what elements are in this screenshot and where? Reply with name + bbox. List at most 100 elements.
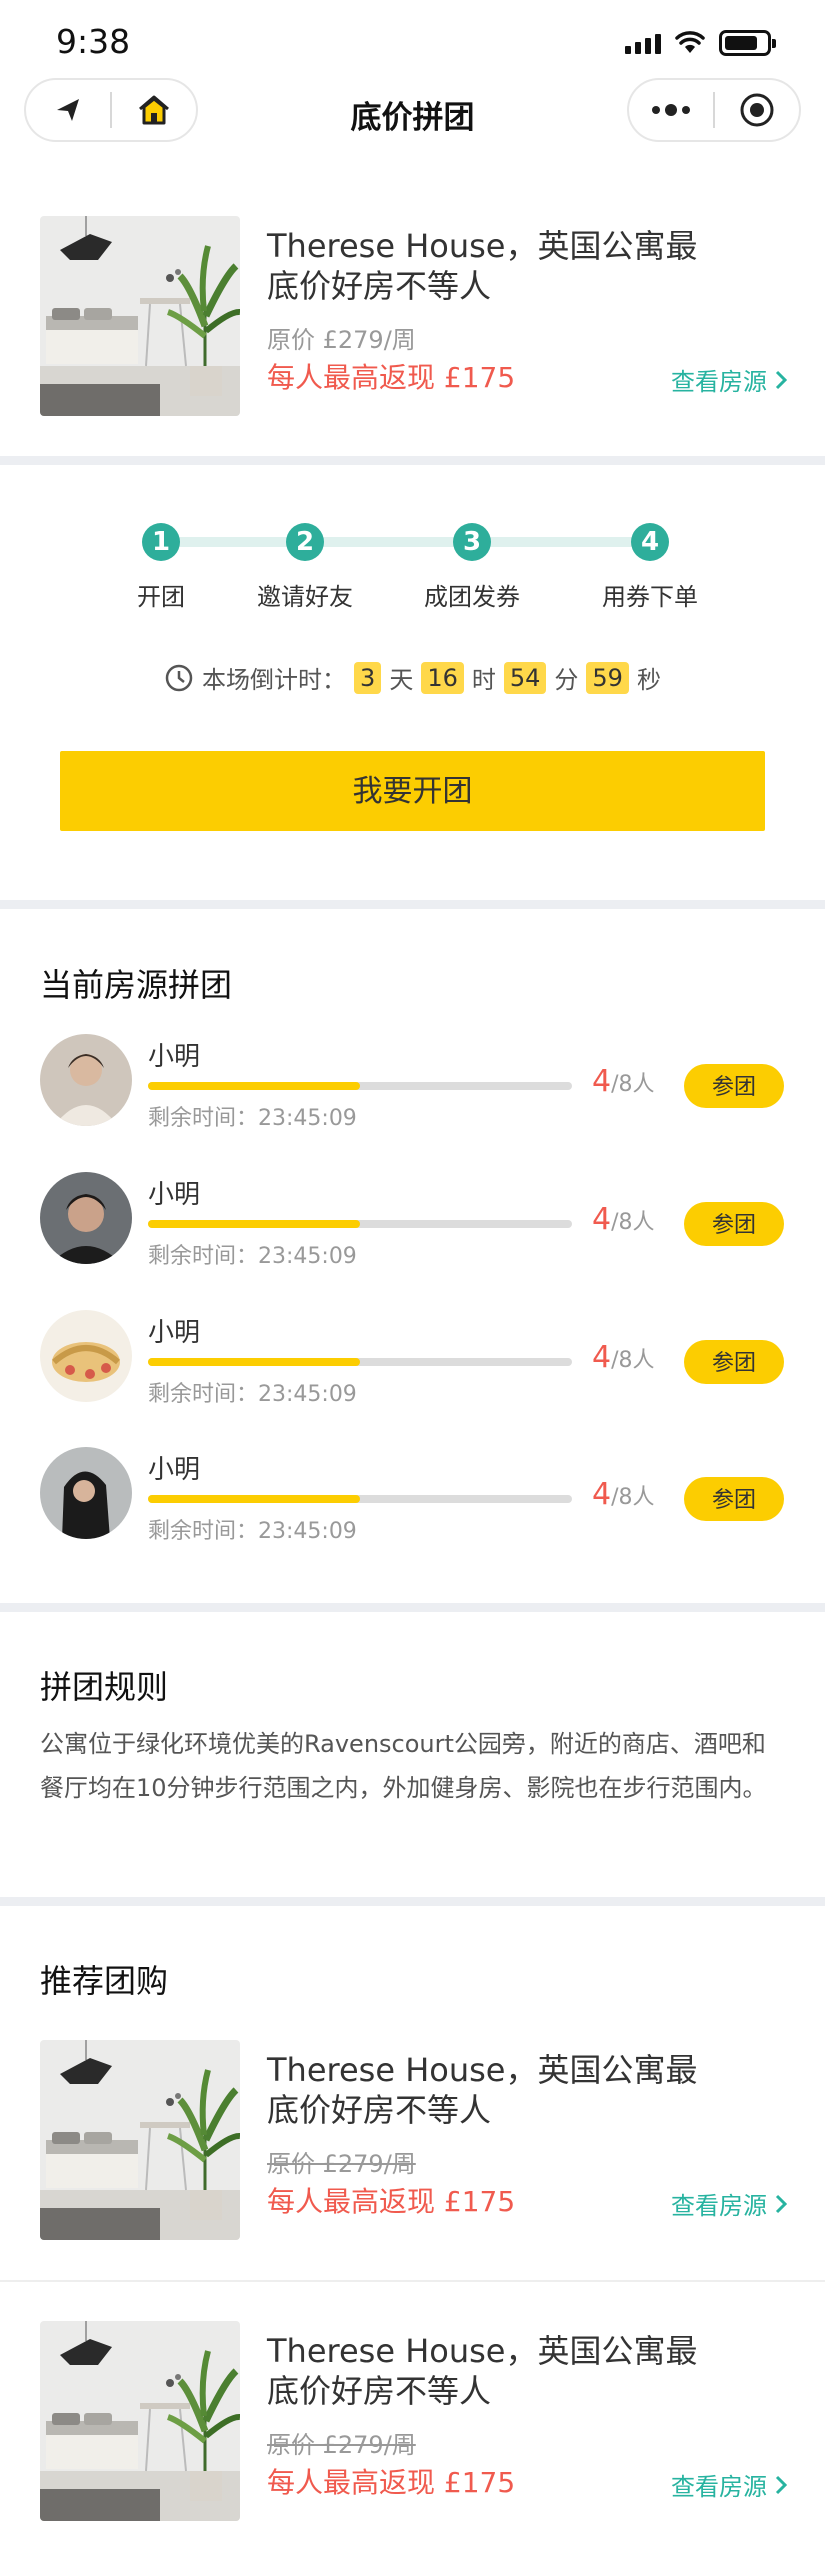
recommend-card[interactable]: Therese House，英国公寓最底价好房不等人 原价 £279/周 每人最…	[0, 2040, 825, 2260]
view-listing-link[interactable]: 查看房源	[671, 362, 787, 397]
chevron-right-icon	[775, 2475, 787, 2494]
countdown-seconds: 59	[586, 661, 629, 694]
step-1: 1 开团	[81, 523, 241, 612]
remaining-time: 剩余时间：23:45:09	[148, 1382, 357, 1407]
product-title: Therese House，英国公寓最底价好房不等人	[267, 2332, 698, 2410]
joined-count: 4	[592, 1477, 612, 1512]
group-leader-name: 小明	[148, 1042, 201, 1072]
view-listing-link[interactable]: 查看房源	[671, 2467, 787, 2502]
step-label: 邀请好友	[257, 583, 353, 611]
product-image	[40, 216, 240, 416]
close-miniprogram-button[interactable]	[715, 80, 799, 140]
section-divider	[0, 1603, 825, 1612]
view-listing-label: 查看房源	[671, 368, 767, 396]
group-leader-name: 小明	[148, 1318, 201, 1348]
join-group-button[interactable]: 参团	[684, 1340, 784, 1384]
group-leader-name: 小明	[148, 1180, 201, 1210]
member-count: 4/8人	[592, 1202, 655, 1237]
nav-right-capsule	[627, 78, 801, 142]
countdown-minute-unit: 分	[554, 666, 579, 694]
original-price: 原价 £279/周	[267, 326, 416, 354]
battery-icon	[719, 30, 776, 56]
countdown-days: 3	[354, 661, 382, 694]
section-divider	[0, 900, 825, 909]
countdown-label: 本场倒计时：	[202, 666, 347, 694]
original-price: 原价 £279/周	[267, 2431, 416, 2459]
status-icons	[625, 30, 776, 56]
view-listing-label: 查看房源	[671, 2192, 767, 2220]
remaining-time: 剩余时间：23:45:09	[148, 1244, 357, 1269]
member-count: 4/8人	[592, 1064, 655, 1099]
section-divider	[0, 1897, 825, 1906]
countdown-minutes: 54	[503, 661, 547, 694]
status-time: 9:38	[56, 22, 131, 61]
total-count: /8人	[611, 1072, 655, 1097]
target-close-icon	[740, 93, 774, 127]
joined-count: 4	[592, 1064, 612, 1099]
signal-icon	[625, 32, 661, 54]
join-group-button[interactable]: 参团	[684, 1477, 784, 1521]
group-progress-bar	[148, 1358, 572, 1366]
join-group-button[interactable]: 参团	[684, 1064, 784, 1108]
group-row: 小明 剩余时间：23:45:09 4/8人 参团	[0, 1310, 825, 1420]
step-number: 2	[286, 523, 324, 561]
group-progress-bar	[148, 1220, 572, 1228]
recommend-title: 推荐团购	[40, 1962, 169, 2000]
total-count: /8人	[611, 1485, 655, 1510]
joined-count: 4	[592, 1202, 612, 1237]
rules-title: 拼团规则	[40, 1668, 169, 1706]
step-2: 2 邀请好友	[225, 523, 385, 612]
group-progress-fill	[148, 1495, 360, 1503]
current-groups-title: 当前房源拼团	[40, 966, 233, 1004]
avatar	[40, 1447, 132, 1539]
member-count: 4/8人	[592, 1477, 655, 1512]
step-3: 3 成团发券	[392, 523, 552, 612]
wifi-icon	[675, 31, 705, 53]
avatar	[40, 1034, 132, 1126]
chevron-right-icon	[775, 370, 787, 389]
joined-count: 4	[592, 1340, 612, 1375]
group-row: 小明 剩余时间：23:45:09 4/8人 参团	[0, 1172, 825, 1282]
remaining-time: 剩余时间：23:45:09	[148, 1106, 357, 1131]
start-group-button[interactable]: 我要开团	[60, 751, 765, 831]
total-count: /8人	[611, 1210, 655, 1235]
total-count: /8人	[611, 1348, 655, 1373]
group-leader-name: 小明	[148, 1455, 201, 1485]
step-number: 1	[142, 523, 180, 561]
view-listing-link[interactable]: 查看房源	[671, 2186, 787, 2221]
join-group-button[interactable]: 参团	[684, 1202, 784, 1246]
group-progress-fill	[148, 1358, 360, 1366]
step-number: 3	[453, 523, 491, 561]
section-divider	[0, 456, 825, 465]
more-dots-icon	[652, 104, 690, 116]
original-price: 原价 £279/周	[267, 2150, 416, 2178]
step-label: 开团	[137, 583, 185, 611]
remaining-time: 剩余时间：23:45:09	[148, 1519, 357, 1544]
group-progress-fill	[148, 1082, 360, 1090]
recommend-card[interactable]: Therese House，英国公寓最底价好房不等人 原价 £279/周 每人最…	[0, 2321, 825, 2541]
clock-icon	[165, 664, 193, 691]
product-image	[40, 2321, 240, 2521]
more-button[interactable]	[629, 80, 713, 140]
rules-text: 公寓位于绿化环境优美的Ravenscourt公园旁，附近的商店、酒吧和餐厅均在1…	[40, 1730, 767, 1802]
group-progress-fill	[148, 1220, 360, 1228]
status-bar: 9:38	[0, 0, 825, 80]
rebate-text: 每人最高返现 £175	[267, 361, 516, 394]
countdown-day-unit: 天	[389, 666, 414, 694]
group-row: 小明 剩余时间：23:45:09 4/8人 参团	[0, 1034, 825, 1144]
step-label: 成团发券	[424, 583, 520, 611]
nav-bar: 底价拼团	[0, 78, 825, 150]
product-card-top[interactable]: Therese House，英国公寓最底价好房不等人 原价 £279/周 每人最…	[0, 216, 825, 436]
step-label: 用券下单	[602, 583, 698, 611]
item-divider	[0, 2280, 825, 2282]
product-title: Therese House，英国公寓最底价好房不等人	[267, 227, 698, 305]
product-image	[40, 2040, 240, 2240]
countdown-second-unit: 秒	[636, 666, 661, 694]
avatar	[40, 1172, 132, 1264]
countdown-hour-unit: 时	[471, 666, 496, 694]
member-count: 4/8人	[592, 1340, 655, 1375]
product-title: Therese House，英国公寓最底价好房不等人	[267, 2051, 698, 2129]
countdown-hours: 16	[421, 661, 464, 694]
group-row: 小明 剩余时间：23:45:09 4/8人 参团	[0, 1447, 825, 1557]
group-progress-bar	[148, 1082, 572, 1090]
